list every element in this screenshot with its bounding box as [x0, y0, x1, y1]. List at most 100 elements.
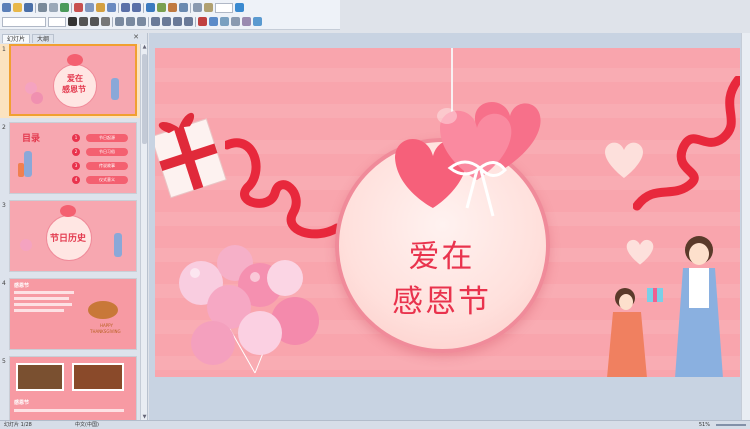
zoom-slider[interactable] — [716, 424, 746, 426]
scroll-up-icon[interactable]: ▲ — [141, 44, 148, 50]
animation-icon[interactable] — [242, 17, 251, 26]
balloons-icon — [179, 245, 319, 374]
shadow-icon[interactable] — [101, 17, 110, 26]
mother-daughter-illustration — [607, 236, 723, 377]
design-icon[interactable] — [209, 17, 218, 26]
format-painter-icon[interactable] — [107, 3, 116, 12]
turkey-icon — [88, 301, 118, 319]
thumb-title: 感恩节 — [62, 85, 86, 94]
slide-thumbnail[interactable]: 2 目录 1 节日起源 2 节日习俗 3 传说故事 4 仪式意义 — [0, 122, 140, 196]
thumb-title: 爱在 — [67, 74, 83, 83]
slide-thumbnail[interactable]: 4 感恩节 HAPPY THANKSGIVING — [0, 278, 140, 352]
decrease-font-icon[interactable] — [184, 17, 193, 26]
underline-icon[interactable] — [90, 17, 99, 26]
heart-icon — [67, 54, 83, 66]
person-icon — [18, 163, 24, 177]
layout-icon[interactable] — [231, 17, 240, 26]
help-icon[interactable] — [253, 17, 262, 26]
new-icon[interactable] — [2, 3, 11, 12]
new-slide-icon[interactable] — [220, 17, 229, 26]
toc-number: 1 — [72, 134, 80, 142]
text-line — [14, 409, 124, 412]
font-name-combo[interactable] — [2, 16, 46, 27]
main-scrollbar[interactable] — [741, 33, 750, 420]
toc-number: 3 — [72, 162, 80, 170]
photo — [16, 363, 64, 391]
save-icon[interactable] — [24, 3, 33, 12]
font-size-combo[interactable] — [48, 16, 66, 27]
thumb-title: 节日历史 — [50, 234, 87, 244]
bold-icon[interactable] — [68, 17, 77, 26]
slide-preview: 感恩节 HAPPY THANKSGIVING — [9, 278, 137, 350]
text-line — [14, 297, 69, 300]
hyperlink-icon[interactable] — [146, 3, 155, 12]
gift-box-icon — [155, 112, 227, 199]
slide-thumbnail[interactable]: 1 爱在 感恩节 — [0, 44, 140, 118]
toolbar — [0, 0, 340, 30]
open-icon[interactable] — [13, 3, 22, 12]
heart-icon — [60, 205, 76, 217]
panel-tabs: 幻灯片 大纲 — [0, 33, 147, 43]
slide-thumbnail[interactable]: 5 感恩节 — [0, 356, 140, 420]
hearts-cluster-icon — [395, 101, 541, 217]
slide-number: 4 — [2, 280, 6, 287]
slide-preview: 感恩节 — [9, 356, 137, 420]
thumb-caption: THANKSGIVING — [90, 329, 121, 334]
person-icon — [114, 233, 122, 257]
scrollbar-thumb[interactable] — [142, 54, 147, 144]
zoom-level[interactable]: 51% — [699, 421, 710, 429]
text-line — [14, 309, 64, 312]
grid-icon[interactable] — [193, 3, 202, 12]
zoom-combo[interactable] — [215, 2, 233, 13]
tab-slides[interactable]: 幻灯片 — [2, 34, 31, 43]
spellcheck-icon[interactable] — [60, 3, 69, 12]
slide-info: 幻灯片 1/28 — [4, 422, 32, 428]
bullets-icon[interactable] — [162, 17, 171, 26]
table-icon[interactable] — [157, 3, 166, 12]
slide-preview: 目录 1 节日起源 2 节日习俗 3 传说故事 4 仪式意义 — [9, 122, 137, 194]
toolbar-separator — [118, 2, 119, 13]
help-icon[interactable] — [235, 3, 244, 12]
align-right-icon[interactable] — [137, 17, 146, 26]
paste-icon[interactable] — [96, 3, 105, 12]
toc-item: 传说故事 — [86, 162, 128, 170]
person-icon — [24, 151, 32, 177]
align-center-icon[interactable] — [126, 17, 135, 26]
slide-thumbnail-list: 1 爱在 感恩节 2 目录 1 节日起源 2 节日习俗 3 传说故事 4 仪式意… — [0, 44, 140, 420]
thumb-title: 目录 — [22, 134, 41, 144]
color-grayscale-icon[interactable] — [204, 3, 213, 12]
tab-outline[interactable]: 大纲 — [32, 34, 55, 43]
text-line — [14, 291, 74, 294]
align-left-icon[interactable] — [115, 17, 124, 26]
photo — [72, 363, 124, 391]
language-indicator: 中文(中国) — [75, 422, 99, 428]
toolbar-separator — [112, 16, 113, 27]
font-color-icon[interactable] — [198, 17, 207, 26]
undo-icon[interactable] — [121, 3, 130, 12]
print-icon[interactable] — [38, 3, 47, 12]
text-line — [14, 303, 72, 306]
current-slide[interactable]: 爱在 感恩节 — [155, 48, 740, 377]
cut-icon[interactable] — [74, 3, 83, 12]
toolbar-row-standard — [2, 1, 244, 14]
close-icon[interactable]: ✕ — [133, 33, 139, 41]
thumbnail-scrollbar[interactable]: ▲ ▼ — [140, 44, 147, 420]
slide-preview: 爱在 感恩节 — [9, 44, 137, 116]
numbering-icon[interactable] — [151, 17, 160, 26]
toc-item: 节日起源 — [86, 134, 128, 142]
copy-icon[interactable] — [85, 3, 94, 12]
toolbar-separator — [35, 2, 36, 13]
toc-item: 仪式意义 — [86, 176, 128, 184]
thumb-caption: HAPPY — [100, 323, 113, 328]
slides-panel: 幻灯片 大纲 ✕ 1 爱在 感恩节 2 目录 1 节日起源 2 节日习俗 3 传… — [0, 33, 148, 420]
person-icon — [111, 78, 119, 100]
new-slide-icon[interactable] — [179, 3, 188, 12]
slide-thumbnail[interactable]: 3 节日历史 — [0, 200, 140, 274]
balloon-icon — [31, 92, 43, 104]
redo-icon[interactable] — [132, 3, 141, 12]
italic-icon[interactable] — [79, 17, 88, 26]
preview-icon[interactable] — [49, 3, 58, 12]
toolbar-separator — [190, 2, 191, 13]
increase-font-icon[interactable] — [173, 17, 182, 26]
chart-icon[interactable] — [168, 3, 177, 12]
